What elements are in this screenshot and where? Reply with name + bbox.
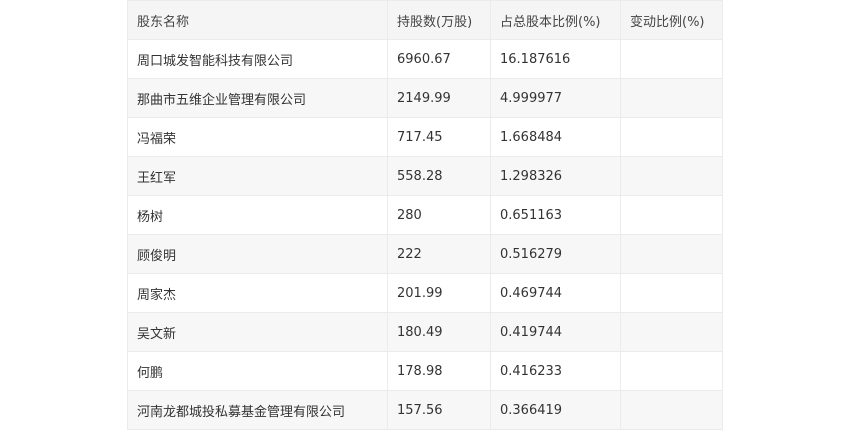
cell-change-ratio xyxy=(620,39,723,79)
cell-share-percentage: 0.419744 xyxy=(490,312,621,352)
cell-share-percentage: 1.298326 xyxy=(490,156,621,196)
table-row: 顾俊明 222 0.516279 xyxy=(127,234,723,274)
cell-shares-held: 222 xyxy=(387,234,491,274)
cell-change-ratio xyxy=(620,195,723,235)
cell-shares-held: 180.49 xyxy=(387,312,491,352)
cell-shares-held: 178.98 xyxy=(387,351,491,391)
header-change-ratio: 变动比例(%) xyxy=(620,0,723,40)
cell-change-ratio xyxy=(620,312,723,352)
cell-share-percentage: 0.469744 xyxy=(490,273,621,313)
cell-change-ratio xyxy=(620,351,723,391)
cell-shareholder-name: 吴文新 xyxy=(127,312,388,352)
cell-change-ratio xyxy=(620,156,723,196)
cell-shares-held: 6960.67 xyxy=(387,39,491,79)
cell-shareholder-name: 周口城发智能科技有限公司 xyxy=(127,39,388,79)
table-row: 那曲市五维企业管理有限公司 2149.99 4.999977 xyxy=(127,78,723,118)
cell-change-ratio xyxy=(620,117,723,157)
cell-change-ratio xyxy=(620,78,723,118)
cell-shareholder-name: 杨树 xyxy=(127,195,388,235)
cell-change-ratio xyxy=(620,273,723,313)
table-row: 王红军 558.28 1.298326 xyxy=(127,156,723,196)
cell-share-percentage: 1.668484 xyxy=(490,117,621,157)
table-row: 冯福荣 717.45 1.668484 xyxy=(127,117,723,157)
cell-shareholder-name: 顾俊明 xyxy=(127,234,388,274)
shareholder-table: 股东名称 持股数(万股) 占总股本比例(%) 变动比例(%) 周口城发智能科技有… xyxy=(127,0,723,430)
cell-shares-held: 201.99 xyxy=(387,273,491,313)
cell-change-ratio xyxy=(620,234,723,274)
cell-shareholder-name: 那曲市五维企业管理有限公司 xyxy=(127,78,388,118)
cell-shareholder-name: 冯福荣 xyxy=(127,117,388,157)
cell-share-percentage: 0.416233 xyxy=(490,351,621,391)
header-shareholder-name: 股东名称 xyxy=(127,0,388,40)
table-row: 杨树 280 0.651163 xyxy=(127,195,723,235)
cell-shareholder-name: 王红军 xyxy=(127,156,388,196)
cell-share-percentage: 0.366419 xyxy=(490,390,621,430)
cell-share-percentage: 0.516279 xyxy=(490,234,621,274)
header-share-percentage: 占总股本比例(%) xyxy=(490,0,621,40)
table-row: 何鹏 178.98 0.416233 xyxy=(127,351,723,391)
cell-share-percentage: 16.187616 xyxy=(490,39,621,79)
table-header-row: 股东名称 持股数(万股) 占总股本比例(%) 变动比例(%) xyxy=(127,0,723,40)
cell-shares-held: 717.45 xyxy=(387,117,491,157)
cell-shareholder-name: 周家杰 xyxy=(127,273,388,313)
cell-shareholder-name: 河南龙都城投私募基金管理有限公司 xyxy=(127,390,388,430)
cell-shares-held: 280 xyxy=(387,195,491,235)
header-shares-held: 持股数(万股) xyxy=(387,0,491,40)
table-row: 周家杰 201.99 0.469744 xyxy=(127,273,723,313)
cell-share-percentage: 4.999977 xyxy=(490,78,621,118)
cell-shares-held: 558.28 xyxy=(387,156,491,196)
cell-shareholder-name: 何鹏 xyxy=(127,351,388,391)
cell-change-ratio xyxy=(620,390,723,430)
table-row: 河南龙都城投私募基金管理有限公司 157.56 0.366419 xyxy=(127,390,723,430)
cell-share-percentage: 0.651163 xyxy=(490,195,621,235)
shareholder-table-container: 股东名称 持股数(万股) 占总股本比例(%) 变动比例(%) 周口城发智能科技有… xyxy=(127,0,723,430)
cell-shares-held: 157.56 xyxy=(387,390,491,430)
cell-shares-held: 2149.99 xyxy=(387,78,491,118)
table-row: 吴文新 180.49 0.419744 xyxy=(127,312,723,352)
table-row: 周口城发智能科技有限公司 6960.67 16.187616 xyxy=(127,39,723,79)
